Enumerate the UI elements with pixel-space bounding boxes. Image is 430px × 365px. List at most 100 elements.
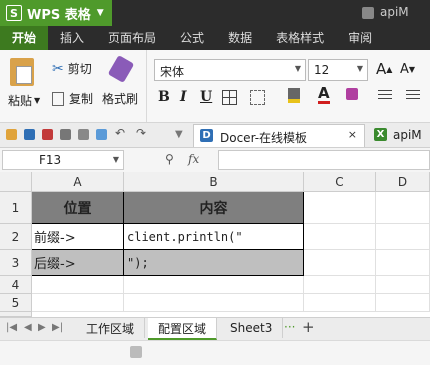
status-bar	[0, 340, 430, 365]
print-icon[interactable]	[60, 129, 71, 140]
scissors-icon: ✂	[52, 60, 64, 77]
cell-c5[interactable]	[304, 294, 376, 312]
row-header-1[interactable]: 1	[0, 192, 32, 224]
cell-b5[interactable]	[124, 294, 304, 312]
bold-button[interactable]: B	[158, 89, 170, 105]
borders-icon[interactable]	[222, 90, 237, 105]
font-color-icon[interactable]: A	[318, 86, 330, 104]
tab-insert[interactable]: 插入	[48, 26, 96, 50]
underline-button[interactable]: U	[200, 89, 212, 105]
zoom-icon[interactable]: ⚲	[165, 152, 174, 166]
cell-b4[interactable]	[124, 276, 304, 294]
cell-c2[interactable]	[304, 224, 376, 250]
select-all-corner[interactable]	[0, 172, 32, 192]
name-box[interactable]: F13 ▼	[2, 150, 124, 170]
cell-c3[interactable]	[304, 250, 376, 276]
docer-icon: D	[200, 129, 213, 142]
shrink-font-icon: A	[400, 62, 409, 77]
chevron-down-icon[interactable]: ▼	[113, 155, 119, 164]
next-sheet-icon[interactable]: ▶	[38, 322, 46, 333]
sheet-tab-config-area[interactable]: 配置区域	[148, 318, 218, 340]
save-icon[interactable]	[24, 129, 35, 140]
first-sheet-icon[interactable]: |◀	[6, 322, 17, 333]
tab-review[interactable]: 审阅	[336, 26, 384, 50]
cell-c1[interactable]	[304, 192, 376, 224]
document-icon	[362, 7, 374, 19]
prev-sheet-icon[interactable]: ◀	[24, 322, 32, 333]
up-caret-icon: ▲	[386, 64, 393, 74]
last-sheet-icon[interactable]: ▶|	[52, 322, 63, 333]
fill-color-icon[interactable]	[288, 88, 300, 103]
chevron-down-icon: ▼	[34, 96, 41, 105]
app-name: WPS 表格	[27, 7, 91, 23]
paste-icon[interactable]	[10, 58, 34, 86]
redo-icon[interactable]: ↷	[136, 126, 146, 140]
merge-cells-icon[interactable]	[250, 90, 265, 105]
spell-check-icon[interactable]	[96, 129, 107, 140]
cell-d1[interactable]	[376, 192, 430, 224]
paste-button[interactable]: 粘贴 ▼	[8, 92, 40, 109]
row-header-2[interactable]: 2	[0, 224, 32, 250]
fx-icon[interactable]: fx	[188, 152, 199, 166]
format-painter-button[interactable]: 格式刷	[102, 90, 138, 107]
tab-table-style[interactable]: 表格样式	[264, 26, 336, 50]
cell-b2[interactable]: client.println("	[124, 224, 304, 250]
wps-app-menu-button[interactable]: S WPS 表格 ▼	[0, 0, 112, 26]
copy-label: 复制	[69, 92, 94, 106]
open-folder-icon[interactable]	[6, 129, 17, 140]
grow-font-icon: A	[376, 60, 387, 78]
more-sheets-icon[interactable]: ···	[284, 320, 295, 334]
chevron-down-icon[interactable]: ▼	[175, 129, 183, 140]
cut-button[interactable]: ✂ 剪切	[52, 60, 92, 77]
cell-b3[interactable]: ");	[124, 250, 304, 276]
cell-d2[interactable]	[376, 224, 430, 250]
row-header-5[interactable]: 5	[0, 294, 32, 312]
tab-page-layout[interactable]: 页面布局	[96, 26, 168, 50]
chevron-down-icon: ▼	[96, 8, 104, 18]
format-painter-icon[interactable]	[107, 54, 135, 84]
undo-icon[interactable]: ↶	[115, 126, 125, 140]
align-center-icon[interactable]	[406, 90, 420, 101]
cell-a5[interactable]	[32, 294, 124, 312]
cell-c4[interactable]	[304, 276, 376, 294]
column-header-d[interactable]: D	[376, 172, 430, 192]
copy-button[interactable]: 复制	[52, 90, 93, 107]
copy-icon	[52, 91, 64, 106]
grow-font-button[interactable]: A ▲	[376, 60, 392, 78]
format-painter-label: 格式刷	[102, 92, 139, 106]
formula-input[interactable]	[218, 150, 430, 170]
italic-button[interactable]: I	[180, 89, 187, 105]
font-size-select[interactable]: 12 ▼	[308, 59, 368, 81]
tab-formulas[interactable]: 公式	[168, 26, 216, 50]
cell-a4[interactable]	[32, 276, 124, 294]
cell-d5[interactable]	[376, 294, 430, 312]
cell-b1[interactable]: 内容	[124, 192, 304, 224]
column-header-c[interactable]: C	[304, 172, 376, 192]
cell-d3[interactable]	[376, 250, 430, 276]
sheet-tab-sheet3[interactable]: Sheet3	[220, 318, 284, 338]
cell-d4[interactable]	[376, 276, 430, 294]
cell-a1[interactable]: 位置	[32, 192, 124, 224]
tab-home[interactable]: 开始	[0, 26, 49, 50]
clear-format-icon[interactable]	[346, 88, 358, 100]
column-header-a[interactable]: A	[32, 172, 124, 192]
font-name-select[interactable]: 宋体 ▼	[154, 59, 306, 81]
add-sheet-icon[interactable]: +	[302, 318, 315, 336]
align-icon[interactable]	[378, 90, 392, 101]
close-icon[interactable]: ×	[348, 128, 357, 141]
sheet-tab-work-area[interactable]: 工作区域	[76, 318, 146, 338]
print-preview-icon[interactable]	[78, 129, 89, 140]
cell-a2[interactable]: 前缀->	[32, 224, 124, 250]
tab-data[interactable]: 数据	[216, 26, 264, 50]
document-tab-label: Docer-在线模板	[220, 131, 308, 145]
export-pdf-icon[interactable]	[42, 129, 53, 140]
cell-a3[interactable]: 后缀->	[32, 250, 124, 276]
shrink-font-button[interactable]: A ▼	[400, 62, 415, 77]
row-header-4[interactable]: 4	[0, 276, 32, 294]
column-header-b[interactable]: B	[124, 172, 304, 192]
document-tab-2[interactable]: X apiM	[368, 124, 430, 146]
row-header-3[interactable]: 3	[0, 250, 32, 276]
formula-bar: F13 ▼ ⚲ fx	[0, 148, 430, 173]
document-tab[interactable]: D Docer-在线模板 ×	[193, 124, 365, 147]
cell-reference: F13	[39, 153, 62, 167]
